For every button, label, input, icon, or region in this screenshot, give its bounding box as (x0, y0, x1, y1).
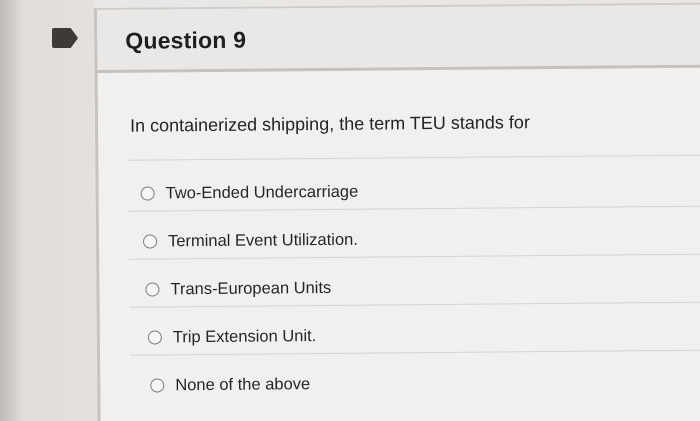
gutter-shadow (0, 0, 22, 421)
question-title: Question 9 (125, 26, 247, 54)
answer-option-label: None of the above (175, 374, 311, 394)
option-divider (128, 205, 700, 212)
answer-option-label: Terminal Event Utilization. (167, 230, 358, 250)
option-divider (129, 253, 700, 260)
answer-option-label: Two-Ended Undercarriage (165, 182, 359, 202)
answer-option[interactable]: Terminal Event Utilization. (142, 228, 358, 254)
radio-unchecked-icon[interactable] (147, 330, 162, 345)
radio-unchecked-icon[interactable] (142, 234, 158, 249)
question-card: Question 9 In containerized shipping, th… (94, 2, 700, 421)
option-divider (129, 301, 700, 308)
answer-option[interactable]: Two-Ended Undercarriage (140, 180, 359, 206)
radio-unchecked-icon[interactable] (140, 186, 155, 201)
answer-option[interactable]: Trans-European Units (145, 276, 331, 302)
left-gutter (0, 0, 94, 421)
answer-option[interactable]: Trip Extension Unit. (147, 324, 317, 349)
prompt-divider (128, 154, 700, 161)
question-prompt: In containerized shipping, the term TEU … (129, 112, 530, 136)
quiz-page: Question 9 In containerized shipping, th… (0, 0, 700, 421)
option-divider (130, 349, 700, 356)
answer-option-label: Trip Extension Unit. (172, 326, 317, 346)
question-header: Question 9 (97, 4, 700, 73)
answer-option-label: Trans-European Units (170, 278, 332, 298)
radio-unchecked-icon[interactable] (150, 378, 165, 393)
radio-unchecked-icon[interactable] (145, 282, 160, 297)
answer-option[interactable]: None of the above (150, 372, 310, 397)
